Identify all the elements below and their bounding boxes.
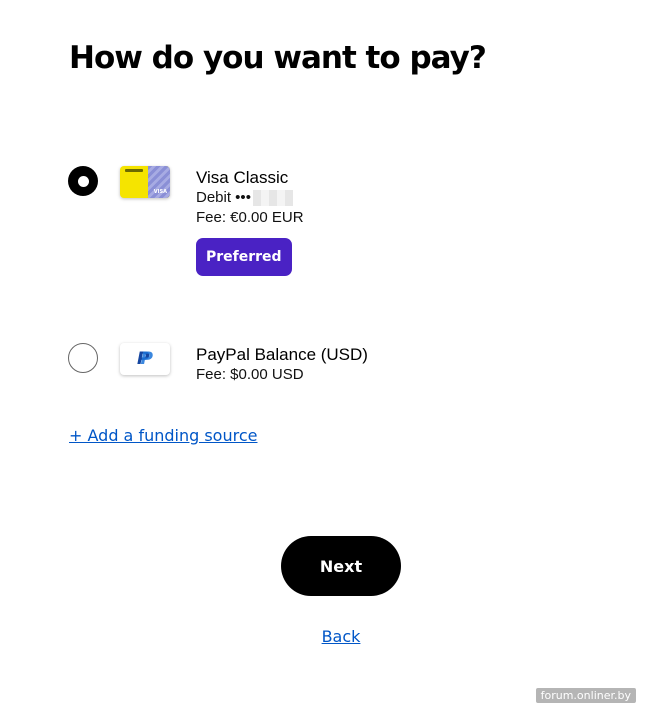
paypal-icon: PP: [120, 343, 170, 375]
payment-option-paypal[interactable]: PP PayPal Balance (USD) Fee: $0.00 USD: [0, 340, 652, 390]
page-title: How do you want to pay?: [69, 40, 487, 76]
preferred-badge: Preferred: [196, 238, 292, 276]
bank-logo-mark: [125, 169, 143, 172]
option-name: PayPal Balance (USD): [196, 345, 368, 364]
watermark: forum.onliner.by: [535, 688, 636, 703]
visa-mark: VISA: [153, 189, 167, 195]
option-fee: Fee: $0.00 USD: [196, 366, 304, 383]
back-link[interactable]: Back: [0, 627, 652, 646]
radio-unselected-paypal[interactable]: [68, 343, 98, 373]
option-name: Visa Classic: [196, 168, 289, 187]
option-detail-text: Debit •••: [196, 189, 251, 206]
next-button[interactable]: Next: [281, 536, 401, 596]
visa-card-icon: VISA: [120, 166, 170, 198]
radio-dot: [77, 175, 89, 187]
masked-card-number: [252, 190, 293, 207]
radio-selected-visa[interactable]: [68, 166, 98, 196]
option-detail: Debit •••: [196, 188, 304, 208]
paypal-option-text: PayPal Balance (USD) Fee: $0.00 USD: [196, 344, 368, 385]
add-funding-source-link[interactable]: + Add a funding source: [69, 426, 257, 445]
option-fee: Fee: €0.00 EUR: [196, 209, 304, 226]
visa-option-text: Visa Classic Debit ••• Fee: €0.00 EUR Pr…: [196, 167, 304, 276]
payment-option-visa[interactable]: VISA Visa Classic Debit ••• Fee: €0.00 E…: [0, 163, 652, 283]
